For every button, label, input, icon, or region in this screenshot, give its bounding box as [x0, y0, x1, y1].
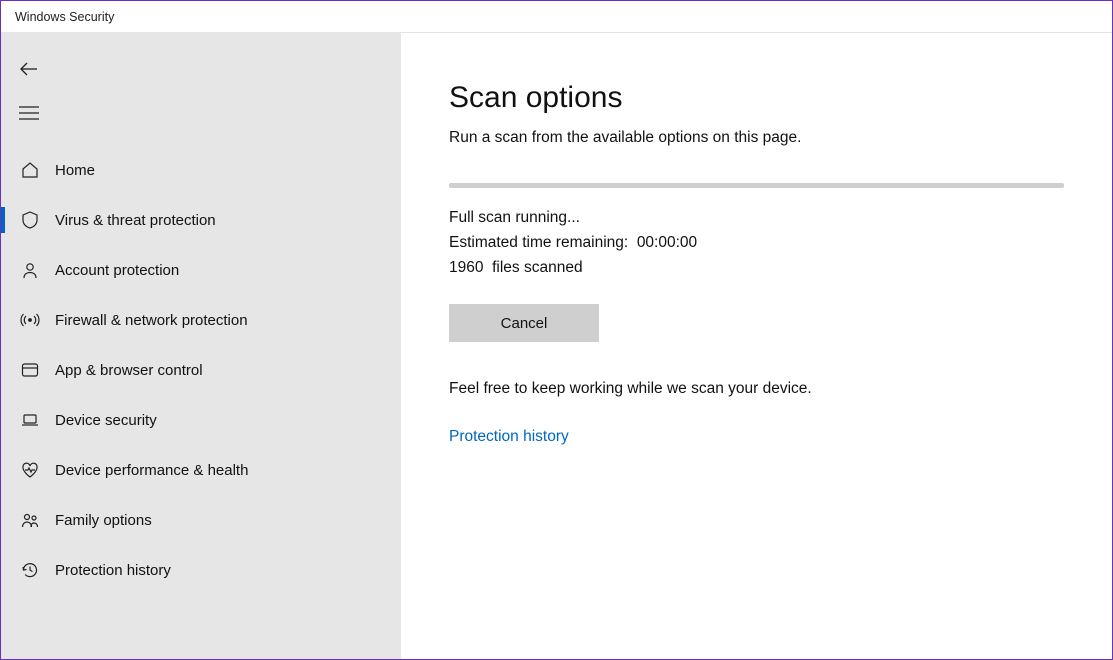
scan-progress-bar: [449, 183, 1064, 188]
heart-pulse-icon: [19, 459, 41, 481]
sidebar-item-protection-history[interactable]: Protection history: [1, 545, 401, 595]
sidebar-item-label: Virus & threat protection: [55, 212, 216, 229]
hamburger-button[interactable]: [1, 91, 401, 135]
app-window-icon: [19, 359, 41, 381]
sidebar-item-account[interactable]: Account protection: [1, 245, 401, 295]
home-icon: [19, 159, 41, 181]
page-subtitle: Run a scan from the available options on…: [449, 129, 1064, 147]
files-count: 1960: [449, 259, 483, 276]
sidebar-item-family[interactable]: Family options: [1, 495, 401, 545]
sidebar-item-app-browser[interactable]: App & browser control: [1, 345, 401, 395]
history-icon: [19, 559, 41, 581]
laptop-icon: [19, 409, 41, 431]
back-arrow-icon: [19, 59, 39, 79]
sidebar-item-home[interactable]: Home: [1, 145, 401, 195]
cancel-button[interactable]: Cancel: [449, 304, 599, 342]
sidebar-item-label: Home: [55, 162, 95, 179]
page-title: Scan options: [449, 81, 1064, 115]
sidebar-item-virus-threat[interactable]: Virus & threat protection: [1, 195, 401, 245]
sidebar-item-label: Device security: [55, 412, 157, 429]
eta-label: Estimated time remaining:: [449, 234, 628, 251]
files-suffix: files scanned: [492, 259, 582, 276]
scan-files-scanned: 1960 files scanned: [449, 256, 1064, 281]
shield-icon: [19, 209, 41, 231]
back-button[interactable]: [1, 47, 401, 91]
eta-value: 00:00:00: [637, 234, 697, 251]
body: Home Virus & threat protection: [1, 33, 1112, 659]
hamburger-icon: [19, 105, 39, 121]
scan-status-running: Full scan running...: [449, 206, 1064, 231]
window-title: Windows Security: [15, 10, 114, 24]
sidebar-item-performance-health[interactable]: Device performance & health: [1, 445, 401, 495]
scan-note: Feel free to keep working while we scan …: [449, 380, 1064, 398]
sidebar: Home Virus & threat protection: [1, 33, 401, 659]
content-area: Scan options Run a scan from the availab…: [401, 33, 1112, 659]
app-window: Windows Security: [0, 0, 1113, 660]
sidebar-item-label: App & browser control: [55, 362, 203, 379]
antenna-icon: [19, 309, 41, 331]
sidebar-item-label: Device performance & health: [55, 462, 248, 479]
people-icon: [19, 509, 41, 531]
protection-history-link[interactable]: Protection history: [449, 428, 1064, 446]
scan-eta: Estimated time remaining: 00:00:00: [449, 231, 1064, 256]
sidebar-item-device-security[interactable]: Device security: [1, 395, 401, 445]
nav-list: Home Virus & threat protection: [1, 145, 401, 595]
titlebar: Windows Security: [1, 1, 1112, 33]
sidebar-item-label: Protection history: [55, 562, 171, 579]
sidebar-item-firewall[interactable]: Firewall & network protection: [1, 295, 401, 345]
sidebar-item-label: Firewall & network protection: [55, 312, 248, 329]
sidebar-item-label: Family options: [55, 512, 152, 529]
person-icon: [19, 259, 41, 281]
sidebar-item-label: Account protection: [55, 262, 179, 279]
